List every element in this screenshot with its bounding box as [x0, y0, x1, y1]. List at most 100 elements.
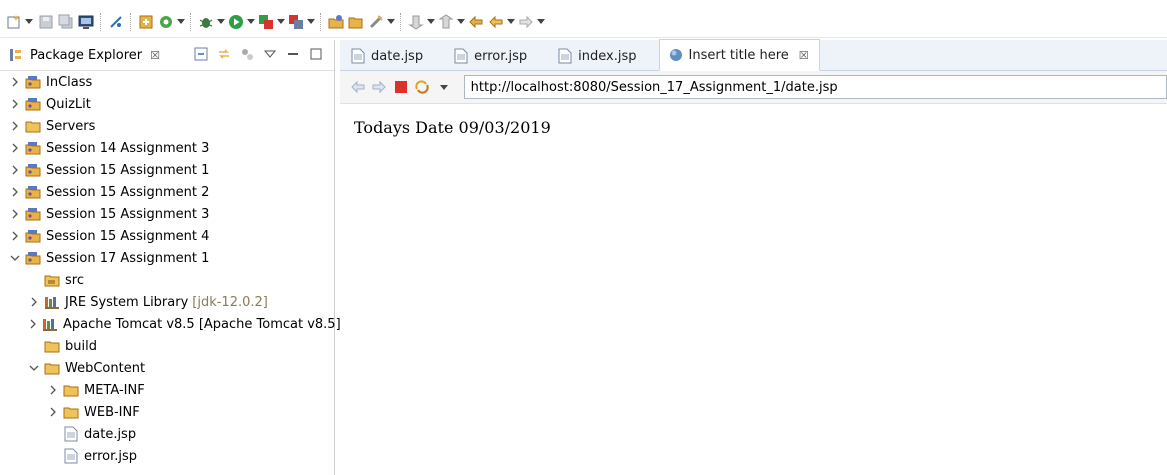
chevron-right-icon[interactable]	[10, 209, 20, 219]
chevron-down-icon[interactable]	[29, 363, 39, 373]
chevron-right-icon[interactable]	[10, 165, 20, 175]
source-folder-icon	[44, 272, 60, 288]
tree-item[interactable]: Session 14 Assignment 3	[0, 137, 334, 159]
new-java-project-icon[interactable]	[327, 13, 345, 31]
tree-item-label: Servers	[46, 118, 96, 134]
editor-tab-label: error.jsp	[474, 48, 528, 64]
forward-dropdown-icon[interactable]	[536, 13, 546, 31]
tree-item[interactable]: src	[0, 269, 334, 291]
forward-icon[interactable]	[517, 13, 535, 31]
open-type-icon[interactable]	[137, 13, 155, 31]
open-folder-icon[interactable]	[347, 13, 365, 31]
chevron-right-icon[interactable]	[29, 319, 37, 329]
tree-item-label: JRE System Library	[65, 294, 189, 310]
external-tools-dropdown-icon[interactable]	[306, 13, 316, 31]
chevron-right-icon[interactable]	[48, 407, 58, 417]
editor-tab[interactable]: date.jsp	[342, 42, 433, 70]
tree-item[interactable]: Session 17 Assignment 1	[0, 247, 334, 269]
tree-item[interactable]: WebContent	[0, 357, 334, 379]
refresh-icon[interactable]	[413, 77, 433, 97]
page-text: Todays Date 09/03/2019	[354, 118, 551, 137]
previous-annotation-icon[interactable]	[437, 13, 455, 31]
collapse-all-icon[interactable]	[193, 46, 209, 62]
next-annotation-icon[interactable]	[407, 13, 425, 31]
last-edit-location-icon[interactable]	[467, 13, 485, 31]
previous-annotation-dropdown-icon[interactable]	[456, 13, 466, 31]
project-icon	[25, 250, 41, 266]
editor-tab[interactable]: Insert title here ☒	[658, 39, 820, 71]
tree-item[interactable]: error.jsp	[0, 445, 334, 467]
back-icon[interactable]	[348, 77, 368, 97]
chevron-right-icon[interactable]	[10, 121, 20, 131]
jsp-file-icon	[557, 48, 573, 64]
new-dropdown-icon[interactable]	[24, 13, 34, 31]
terminal-icon[interactable]	[77, 13, 95, 31]
tree-item[interactable]: build	[0, 335, 334, 357]
tree-item[interactable]: Session 15 Assignment 3	[0, 203, 334, 225]
forward-icon[interactable]	[370, 77, 390, 97]
back-icon[interactable]	[487, 13, 505, 31]
folder-icon	[25, 118, 41, 134]
next-annotation-dropdown-icon[interactable]	[426, 13, 436, 31]
tree-item[interactable]: Session 15 Assignment 1	[0, 159, 334, 181]
editor-tab[interactable]: index.jsp	[549, 42, 646, 70]
tree-item-decoration: [jdk-12.0.2]	[192, 294, 268, 310]
package-explorer-tab[interactable]: Package Explorer ☒	[0, 40, 160, 70]
chevron-right-icon[interactable]	[29, 297, 39, 307]
chevron-right-icon[interactable]	[10, 187, 20, 197]
close-icon[interactable]: ☒	[799, 49, 809, 62]
skip-breakpoints-icon[interactable]	[107, 13, 125, 31]
tree-item[interactable]: Servers	[0, 115, 334, 137]
tree-item-label: src	[65, 272, 84, 288]
new-icon[interactable]	[5, 13, 23, 31]
coverage-dropdown-icon[interactable]	[276, 13, 286, 31]
project-icon	[25, 206, 41, 222]
minimize-icon[interactable]	[285, 46, 301, 62]
view-toolbar	[186, 46, 324, 62]
view-menu-icon[interactable]	[262, 46, 278, 62]
chevron-right-icon[interactable]	[10, 143, 20, 153]
tree-item[interactable]: META-INF	[0, 379, 334, 401]
save-all-icon[interactable]	[57, 13, 75, 31]
url-input[interactable]: http://localhost:8080/Session_17_Assignm…	[463, 75, 1167, 99]
back-dropdown-icon[interactable]	[506, 13, 516, 31]
tree-item[interactable]: date.jsp	[0, 423, 334, 445]
tree-item[interactable]: WEB-INF	[0, 401, 334, 423]
chevron-right-icon[interactable]	[10, 99, 20, 109]
open-task-dropdown-icon[interactable]	[386, 13, 396, 31]
close-icon[interactable]: ☒	[150, 49, 160, 62]
nav-dropdown-icon[interactable]	[434, 77, 454, 97]
debug-dropdown-icon[interactable]	[216, 13, 226, 31]
package-explorer-header: Package Explorer ☒	[0, 40, 334, 71]
chevron-down-icon[interactable]	[10, 253, 20, 263]
tree-item[interactable]: InClass	[0, 71, 334, 93]
tree-item-label: QuizLit	[46, 96, 91, 112]
run-icon[interactable]	[227, 13, 245, 31]
editor-tab[interactable]: error.jsp	[445, 42, 537, 70]
chevron-right-icon[interactable]	[10, 231, 20, 241]
tree-item[interactable]: Session 15 Assignment 4	[0, 225, 334, 247]
external-tools-icon[interactable]	[287, 13, 305, 31]
save-icon[interactable]	[37, 13, 55, 31]
chevron-right-icon[interactable]	[48, 385, 58, 395]
open-task-icon[interactable]	[367, 13, 385, 31]
run-dropdown-icon[interactable]	[246, 13, 256, 31]
browser-content: Todays Date 09/03/2019	[340, 104, 1167, 151]
tree-item-label: Session 15 Assignment 1	[46, 162, 210, 178]
stop-icon[interactable]	[391, 77, 411, 97]
coverage-icon[interactable]	[257, 13, 275, 31]
refresh-dropdown-icon[interactable]	[176, 13, 186, 31]
maximize-icon[interactable]	[308, 46, 324, 62]
focus-on-active-task-icon[interactable]	[239, 46, 255, 62]
tree-item[interactable]: Apache Tomcat v8.5 [Apache Tomcat v8.5]	[0, 313, 341, 335]
tree-item[interactable]: QuizLit	[0, 93, 334, 115]
tree-item-label: InClass	[46, 74, 93, 90]
debug-icon[interactable]	[197, 13, 215, 31]
tree-item[interactable]: JRE System Library [jdk-12.0.2]	[0, 291, 334, 313]
chevron-right-icon[interactable]	[10, 77, 20, 87]
url-text: http://localhost:8080/Session_17_Assignm…	[470, 79, 838, 95]
refresh-icon[interactable]	[157, 13, 175, 31]
tree-item[interactable]: Session 15 Assignment 2	[0, 181, 334, 203]
link-with-editor-icon[interactable]	[216, 46, 232, 62]
toolbar-new-group	[4, 13, 34, 31]
